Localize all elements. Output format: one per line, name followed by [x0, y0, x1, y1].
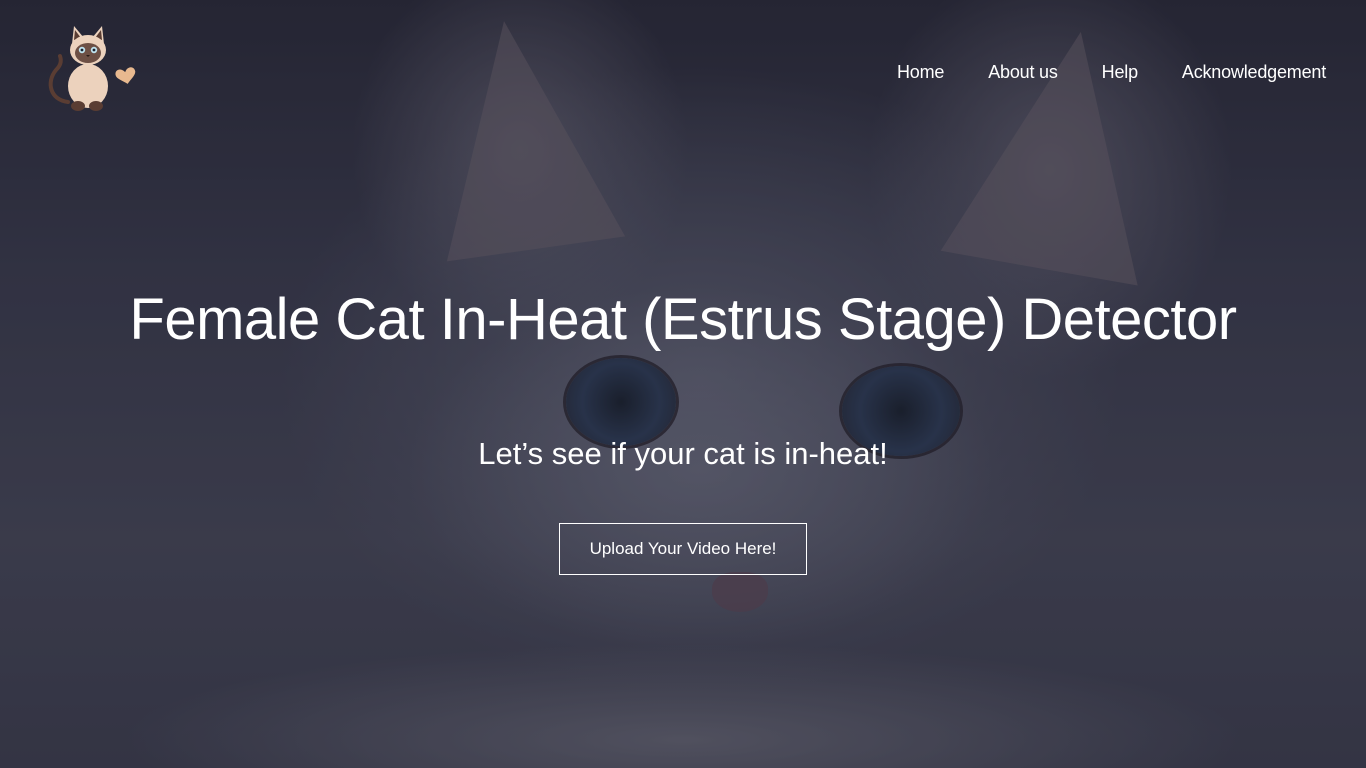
nav-item-home[interactable]: Home [897, 60, 944, 84]
upload-video-button[interactable]: Upload Your Video Here! [559, 523, 807, 575]
siamese-cat-logo-icon[interactable] [44, 22, 140, 114]
hero-subtitle: Let’s see if your cat is in-heat! [478, 436, 888, 471]
main-navigation: Home About us Help Acknowledgement [853, 60, 1326, 84]
nav-item-acknowledgement[interactable]: Acknowledgement [1182, 60, 1326, 84]
hero-dim-overlay [0, 0, 1366, 768]
hero-title: Female Cat In-Heat (Estrus Stage) Detect… [129, 287, 1237, 352]
nav-item-help[interactable]: Help [1102, 60, 1138, 84]
nav-item-about-us[interactable]: About us [988, 60, 1058, 84]
landing-page: Home About us Help Acknowledgement Femal… [0, 0, 1366, 768]
